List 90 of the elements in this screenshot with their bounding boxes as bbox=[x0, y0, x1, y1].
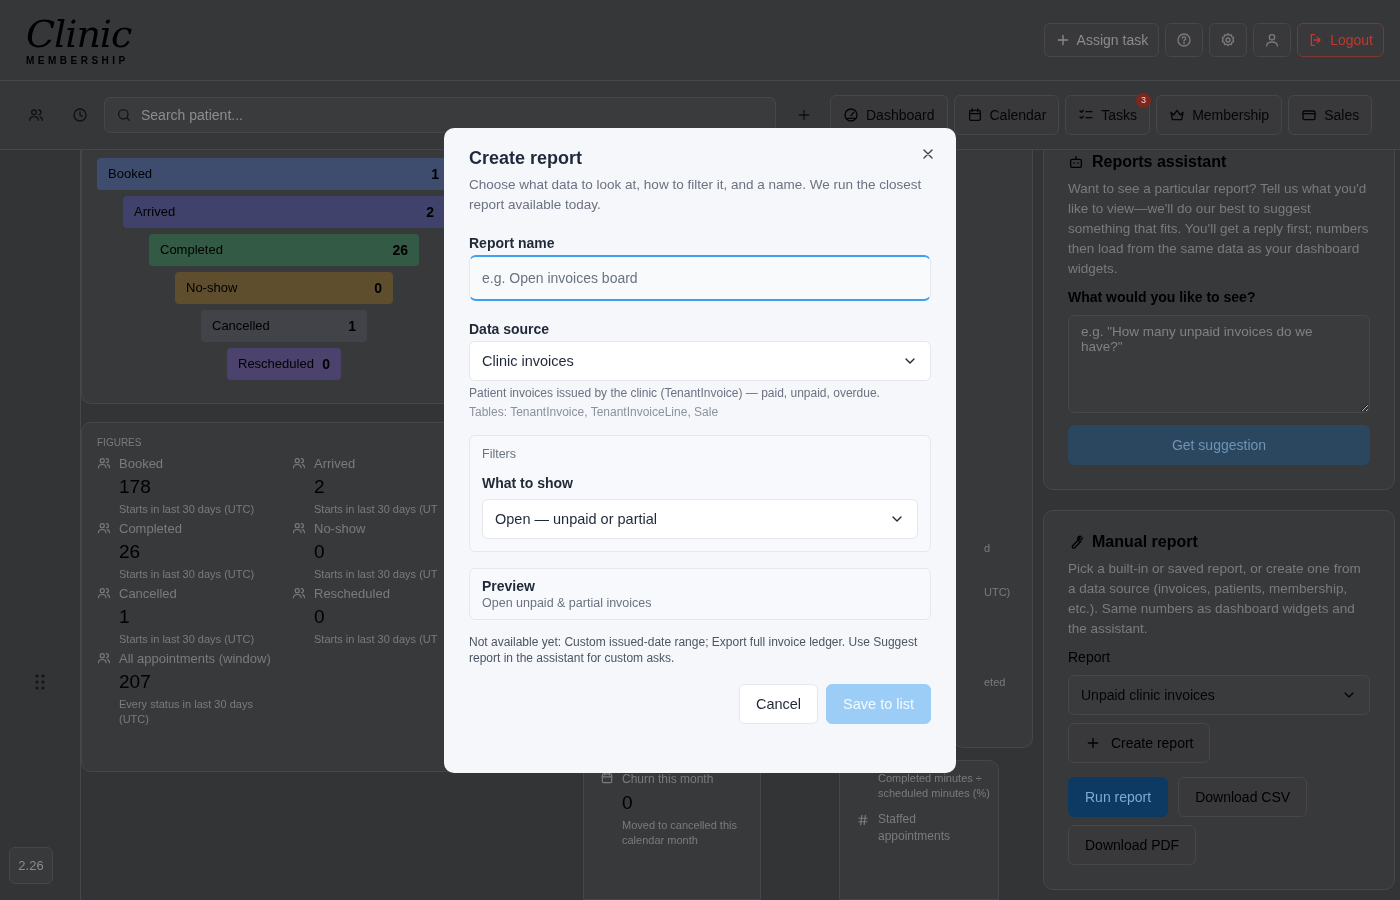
figure-note: UTC) bbox=[984, 585, 1011, 598]
figure-value: 1 bbox=[119, 604, 131, 629]
logout-button[interactable]: Logout bbox=[1297, 22, 1384, 57]
figure-label: Cancelled bbox=[119, 585, 178, 602]
funnel-bar: Cancelled 1 bbox=[201, 309, 367, 342]
profile-button[interactable] bbox=[1253, 22, 1292, 57]
availability-note: Not available yet: Custom issued-date range; Export full invoice ledger. Use Suggest report in the assistant for custom asks. bbox=[469, 634, 919, 666]
dialog-title: Create report bbox=[469, 148, 583, 169]
people-icon bbox=[97, 650, 111, 665]
figure-label: Booked bbox=[119, 455, 165, 472]
figure-note: Starts in last 30 days (UT bbox=[314, 631, 439, 647]
cancel-button[interactable]: Cancel bbox=[738, 684, 819, 724]
funnel-bar: Completed 26 bbox=[149, 233, 419, 266]
section-title: FIGURES bbox=[97, 436, 143, 448]
figure-value: 2 bbox=[314, 474, 326, 499]
report-action-button[interactable]: Download PDF bbox=[1068, 824, 1197, 865]
figure-note: d bbox=[984, 541, 991, 554]
people-icon bbox=[97, 520, 111, 535]
settings-button[interactable] bbox=[1209, 22, 1248, 57]
card-title: Reports assistant bbox=[1092, 152, 1227, 171]
figure-value: 207 bbox=[119, 669, 152, 694]
figure-label: Completed bbox=[119, 520, 183, 537]
field-label: What to show bbox=[482, 475, 574, 491]
figure-value: 178 bbox=[119, 474, 152, 499]
figure-value: 0 bbox=[314, 604, 326, 629]
create-report-button[interactable]: Create report bbox=[1068, 722, 1211, 763]
help-text: Patient invoices issued by the clinic (TenantInvoice) — paid, unpaid, overdue. bbox=[469, 386, 881, 400]
search-field[interactable]: Search patient... bbox=[104, 96, 776, 133]
figure-note: Starts in last 30 days (UT bbox=[314, 566, 439, 582]
figure-label: Arrived bbox=[314, 455, 357, 472]
calendar-icon bbox=[600, 771, 614, 785]
card-description: Want to see a particular report? Tell us what you'd like to view—we'll do our best to suggest something that fits. You'll get a reply first; numbers then load from the same data as your dashboard widgets. bbox=[1068, 179, 1370, 278]
figure-note: Completed minutes ÷ scheduled minutes (%) bbox=[878, 771, 990, 801]
field-label: What would you like to see? bbox=[1068, 288, 1257, 305]
help-icon bbox=[1176, 31, 1193, 48]
figure-label: Churn this month bbox=[622, 771, 715, 788]
figure-note: Moved to cancelled this calendar month bbox=[622, 818, 738, 848]
people-icon bbox=[292, 520, 306, 535]
report-action-button[interactable]: Download CSV bbox=[1178, 776, 1308, 817]
assign-task-button[interactable]: Assign task bbox=[1043, 22, 1160, 57]
figure-note: Starts in last 30 days (UTC) bbox=[119, 501, 256, 517]
calendar-icon bbox=[966, 106, 983, 123]
gauge-icon bbox=[843, 106, 859, 123]
funnel-bar: Rescheduled 0 bbox=[227, 347, 341, 380]
figure-label: Rescheduled bbox=[314, 585, 391, 602]
people-icon bbox=[28, 106, 44, 123]
field-label: Data source bbox=[469, 321, 551, 337]
figure-note: Starts in last 30 days (UTC) bbox=[119, 631, 256, 647]
version-badge: 2.26 bbox=[9, 847, 53, 884]
field-label: Report bbox=[1068, 648, 1112, 665]
panel-title: Preview bbox=[482, 578, 536, 594]
dialog-description: Choose what data to look at, how to filter it, and a name. We run the closest report available today. bbox=[469, 176, 923, 214]
data-source-select[interactable]: Clinic invoices bbox=[469, 341, 931, 381]
people-icon bbox=[292, 455, 306, 470]
help-button[interactable] bbox=[1165, 22, 1204, 57]
preview-text: Open unpaid & partial invoices bbox=[482, 596, 653, 610]
people-icon bbox=[97, 455, 111, 470]
figure-value: 26 bbox=[119, 539, 142, 564]
drag-handle-icon[interactable] bbox=[35, 673, 45, 690]
figure-label: Staffed appointments bbox=[878, 811, 952, 845]
settings-icon bbox=[1220, 31, 1237, 48]
figure-note: Every status in last 30 days (UTC) bbox=[119, 696, 254, 727]
figure-note: Starts in last 30 days (UTC) bbox=[119, 566, 256, 582]
report-name-field[interactable]: e.g. Open invoices board bbox=[469, 255, 931, 301]
figure-label: No-show bbox=[314, 520, 367, 537]
figure-note: Starts in last 30 days (UT bbox=[314, 501, 439, 517]
clock-icon bbox=[72, 106, 88, 123]
user-icon bbox=[1264, 31, 1281, 48]
hash-icon bbox=[856, 813, 870, 827]
report-action-button[interactable]: Run report bbox=[1068, 776, 1169, 817]
people-icon bbox=[97, 585, 111, 600]
panel-title: Filters bbox=[482, 447, 518, 461]
funnel-bar: No-show 0 bbox=[175, 271, 393, 304]
figure-value: 0 bbox=[314, 539, 326, 564]
robot-icon bbox=[1068, 153, 1084, 170]
card-title: Manual report bbox=[1092, 532, 1198, 551]
logo-text: Clinic bbox=[26, 13, 132, 54]
report-select[interactable]: Unpaid clinic invoices bbox=[1068, 674, 1370, 715]
card-description: Pick a built-in or saved report, or create one from a data source (invoices, patients, membership, etc.). Same numbers as dashboard widgets and the assistant. bbox=[1068, 559, 1362, 638]
funnel-bar: Arrived 2 bbox=[123, 195, 445, 228]
help-text: Tables: TenantInvoice, TenantInvoiceLine, Sale bbox=[469, 405, 720, 419]
figure-note: eted bbox=[984, 675, 1006, 688]
figure-label: All appointments (window) bbox=[119, 650, 272, 667]
people-icon bbox=[292, 585, 306, 600]
filter-select[interactable]: Open — unpaid or partial bbox=[482, 499, 918, 539]
count-badge: 3 bbox=[1136, 92, 1152, 108]
logo-subtitle: MEMBERSHIP bbox=[26, 54, 129, 66]
question-field[interactable]: e.g. "How many unpaid invoices do we have?" bbox=[1068, 314, 1370, 413]
field-label: Report name bbox=[469, 235, 556, 251]
figure-value: 0 bbox=[622, 791, 634, 815]
